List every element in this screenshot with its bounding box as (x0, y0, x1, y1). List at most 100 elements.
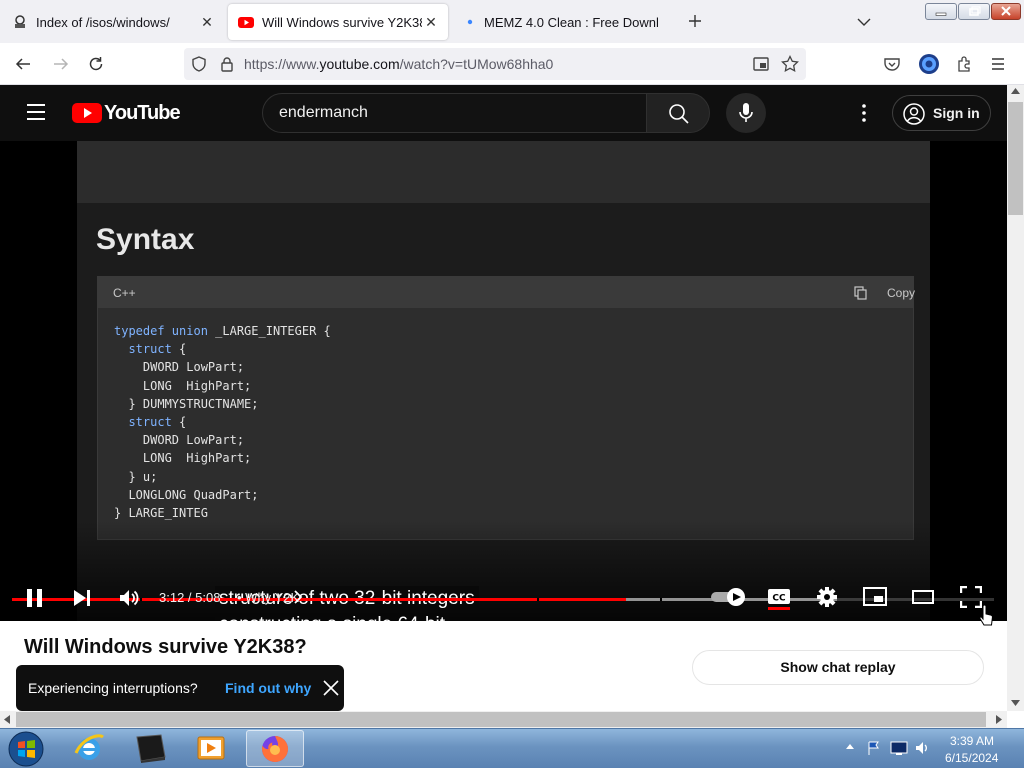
voice-search-button[interactable] (726, 93, 766, 133)
mouse-cursor-icon (978, 605, 994, 627)
browser-tab-strip: Index of /isos/windows/ ✕ Will Windows s… (0, 0, 1024, 43)
chapter-title[interactable]: • Why Y2K (237, 590, 299, 605)
new-tab-icon[interactable] (686, 12, 704, 30)
tab-youtube-video[interactable]: Will Windows survive Y2K38? - ✕ (228, 4, 448, 40)
close-toast-icon[interactable] (322, 679, 340, 697)
menu-hamburger-icon[interactable] (990, 56, 1006, 72)
youtube-logo[interactable]: YouTube (72, 102, 181, 124)
firefox-icon (260, 734, 290, 764)
miniplayer-icon[interactable] (863, 587, 887, 607)
search-input[interactable]: endermanch (279, 104, 368, 122)
copy-icon (854, 286, 867, 300)
next-video-icon[interactable] (72, 588, 92, 608)
code-block-header: C++ Copy (98, 277, 916, 308)
show-hidden-icons-icon[interactable] (846, 743, 854, 749)
interruptions-toast: Experiencing interruptions? Find out why (16, 665, 344, 711)
code-line: struct { (128, 342, 187, 357)
windows-taskbar: 3:39 AM 6/15/2024 (0, 728, 1024, 768)
tab-title: Will Windows survive Y2K38? - (262, 14, 422, 30)
search-icon (668, 103, 690, 125)
speaker-icon[interactable] (915, 740, 931, 756)
code-line: struct { (128, 415, 187, 430)
shield-icon[interactable] (190, 55, 208, 73)
chapter-marker (660, 598, 663, 601)
browser-navigation-bar: https://www.youtube.com/watch?v=tUMow68h… (0, 43, 1024, 85)
code-line: } u; (114, 469, 158, 484)
scroll-down-arrow-icon[interactable] (1011, 700, 1020, 706)
toast-message: Experiencing interruptions? (28, 680, 198, 696)
media-player-icon[interactable] (196, 733, 226, 763)
clock-date[interactable]: 6/15/2024 (945, 751, 998, 765)
time-display: 3:12 / 5:08 (159, 590, 221, 605)
video-syntax-heading: Syntax (96, 223, 195, 256)
search-box[interactable]: endermanch (262, 93, 647, 133)
reload-icon[interactable] (87, 55, 105, 73)
code-line: DWORD LowPart; (114, 360, 245, 375)
close-tab-icon[interactable]: ✕ (198, 13, 216, 31)
pause-icon[interactable] (25, 587, 45, 609)
url-bar[interactable]: https://www.youtube.com/watch?v=tUMow68h… (184, 48, 806, 80)
video-player[interactable]: Syntax C++ Copy typedef union _LARGE_INT… (0, 141, 1007, 621)
bookmark-star-icon[interactable] (780, 54, 800, 74)
lock-icon[interactable] (218, 55, 236, 73)
video-title: Will Windows survive Y2K38? (24, 636, 307, 658)
microphone-icon (737, 102, 755, 124)
autoplay-toggle[interactable] (710, 587, 746, 607)
youtube-logo-text: YouTube (104, 102, 181, 124)
horizontal-scroll-thumb[interactable] (16, 712, 986, 727)
scroll-up-arrow-icon[interactable] (1011, 88, 1020, 94)
account-icon[interactable] (918, 53, 940, 75)
chapter-name: Why Y2K (245, 590, 300, 605)
guide-menu-icon[interactable] (26, 103, 46, 121)
code-line: LONGLONG QuadPart; (114, 487, 259, 502)
minimize-button[interactable] (925, 3, 957, 20)
tab-memz[interactable]: MEMZ 4.0 Clean : Free Downlo (452, 4, 674, 40)
scroll-right-arrow-icon[interactable] (996, 715, 1002, 724)
tab-title: Index of /isos/windows/ (36, 14, 170, 30)
video-content-header (77, 141, 930, 203)
show-chat-replay-button[interactable]: Show chat replay (692, 650, 984, 685)
user-avatar-icon (903, 103, 925, 125)
extensions-icon[interactable] (955, 55, 973, 73)
close-tab-icon[interactable]: ✕ (422, 13, 440, 31)
pocket-icon[interactable] (883, 55, 901, 73)
youtube-page: YouTube endermanch Sign in Syntax C++ Co… (0, 85, 1007, 711)
url-domain: youtube.com (319, 56, 400, 72)
vertical-scroll-thumb[interactable] (1008, 102, 1023, 215)
tab-isos-index[interactable]: Index of /isos/windows/ ✕ (2, 4, 224, 40)
settings-gear-icon[interactable] (816, 586, 838, 608)
page-icon (12, 14, 28, 30)
close-window-button[interactable] (991, 3, 1021, 20)
clock-time[interactable]: 3:39 AM (950, 734, 994, 748)
forward-arrow-icon[interactable] (52, 55, 70, 73)
more-options-icon[interactable] (854, 103, 874, 123)
url-text[interactable]: https://www.youtube.com/watch?v=tUMow68h… (244, 56, 553, 72)
code-line: DWORD LowPart; (114, 433, 245, 448)
sign-in-button[interactable]: Sign in (892, 95, 991, 131)
closed-captions-icon[interactable]: CC (767, 586, 791, 610)
code-language: C++ (113, 286, 136, 300)
firefox-taskbar-button[interactable] (246, 730, 304, 767)
code-line: } DUMMYSTRUCTNAME; (114, 396, 259, 411)
chevron-right-icon[interactable] (293, 590, 303, 604)
controls-gradient (0, 521, 1007, 621)
picture-in-picture-icon[interactable] (752, 55, 770, 73)
back-arrow-icon[interactable] (14, 55, 32, 73)
url-prefix: https://www. (244, 56, 320, 72)
list-all-tabs-icon[interactable] (855, 13, 873, 31)
action-center-flag-icon[interactable] (866, 740, 882, 756)
chapter-marker (537, 598, 540, 601)
internet-explorer-icon[interactable] (72, 731, 106, 765)
youtube-header: YouTube endermanch Sign in (0, 85, 1007, 141)
search-button[interactable] (646, 93, 710, 133)
terminal-app-icon[interactable] (133, 733, 167, 763)
scroll-left-arrow-icon[interactable] (4, 715, 10, 724)
network-monitor-icon[interactable] (890, 741, 908, 756)
copy-label: Copy (887, 286, 916, 300)
find-out-why-link[interactable]: Find out why (225, 680, 311, 696)
restore-button[interactable] (958, 3, 990, 20)
theater-mode-icon[interactable] (912, 590, 934, 604)
code-block: C++ Copy typedef union _LARGE_INTEGER { … (97, 276, 916, 540)
volume-icon[interactable] (118, 587, 140, 609)
start-button[interactable] (6, 729, 46, 769)
